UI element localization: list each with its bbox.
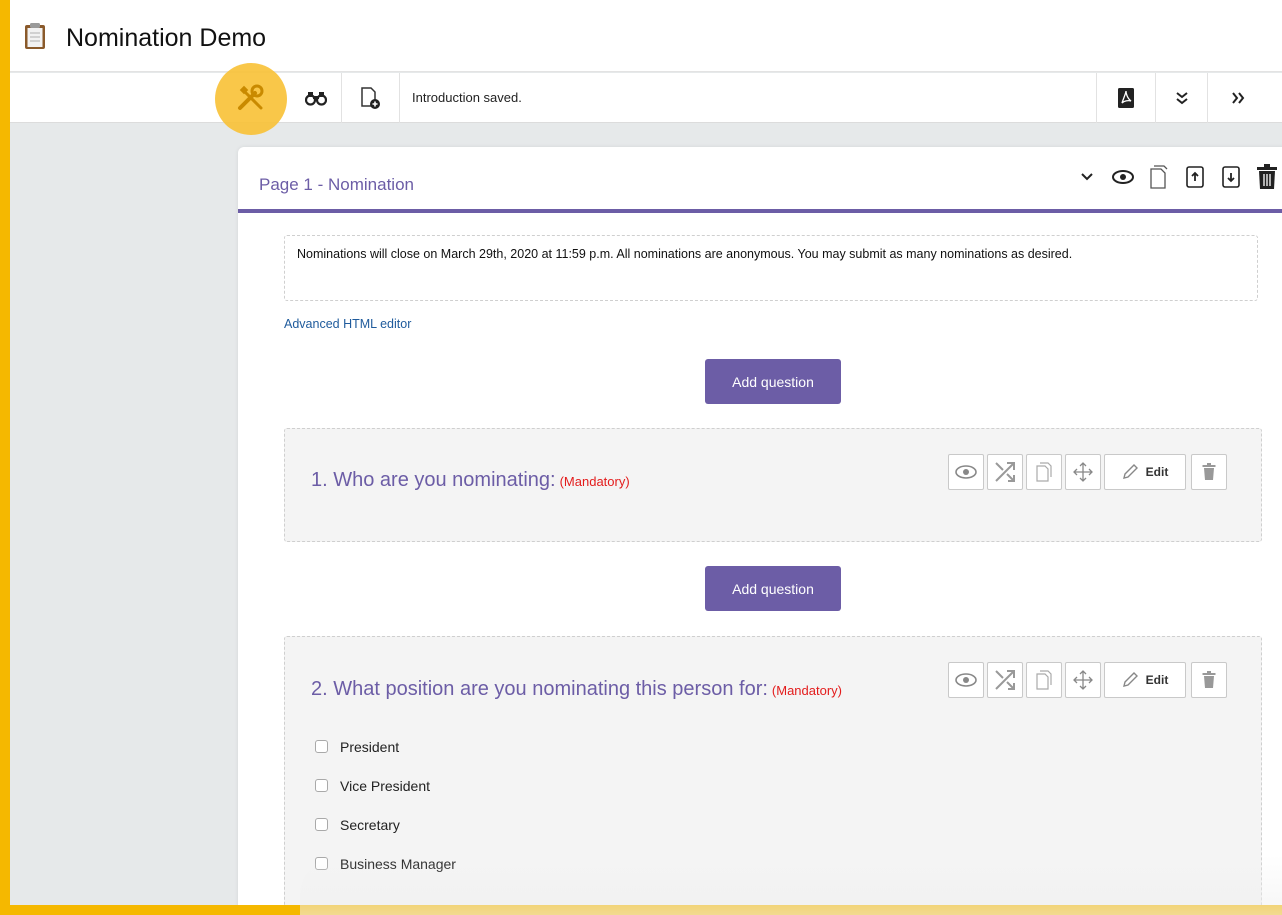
question-2: 2. What position are you nominating this… <box>284 636 1262 905</box>
add-page-button[interactable] <box>342 73 400 123</box>
question-1-tools: Edit <box>948 454 1227 490</box>
preview-question-button[interactable] <box>948 662 984 698</box>
checkbox[interactable] <box>315 818 328 831</box>
collapse-page-button[interactable] <box>1076 164 1098 190</box>
upload-icon <box>1186 166 1204 188</box>
option-label: President <box>340 738 400 755</box>
collapse-all-button[interactable] <box>1156 73 1208 123</box>
chevron-down-icon <box>1081 173 1093 181</box>
page-header-divider <box>238 209 1282 213</box>
app-window: Nomination Demo Introduction saved. Page… <box>10 0 1282 905</box>
binoculars-icon <box>304 92 327 106</box>
position-options: President Vice President Secretary Busin… <box>315 727 456 883</box>
shuffle-icon <box>995 670 1015 690</box>
move-page-down-button[interactable] <box>1220 164 1242 190</box>
move-icon <box>1073 670 1093 690</box>
checkbox[interactable] <box>315 740 328 753</box>
copy-icon <box>1036 670 1052 690</box>
trash-icon <box>1257 164 1277 189</box>
move-icon <box>1073 462 1093 482</box>
question-2-title: 2. What position are you nominating this… <box>311 678 842 701</box>
copy-icon <box>1036 462 1052 482</box>
eye-icon <box>955 465 977 479</box>
edit-label: Edit <box>1145 673 1169 687</box>
preview-page-button[interactable] <box>1112 164 1134 190</box>
option-vice-president[interactable]: Vice President <box>315 766 456 805</box>
chevron-double-down-icon <box>1175 92 1188 105</box>
title-bar: Nomination Demo <box>10 0 1282 72</box>
pencil-icon <box>1122 464 1138 479</box>
copy-question-button[interactable] <box>1026 662 1062 698</box>
introduction-editor[interactable]: Nominations will close on March 29th, 20… <box>284 235 1258 301</box>
pdf-button[interactable] <box>1096 73 1156 123</box>
shuffle-question-button[interactable] <box>987 454 1023 490</box>
pdf-icon <box>1118 88 1134 108</box>
copy-page-button[interactable] <box>1148 164 1170 190</box>
app-title: Nomination Demo <box>66 24 267 52</box>
add-question-button-2[interactable]: Add question <box>705 566 841 611</box>
search-button[interactable] <box>290 73 342 123</box>
download-icon <box>1222 166 1240 188</box>
shuffle-question-button[interactable] <box>987 662 1023 698</box>
move-question-button[interactable] <box>1065 662 1101 698</box>
advanced-html-editor-link[interactable]: Advanced HTML editor <box>284 317 411 331</box>
copy-question-button[interactable] <box>1026 454 1062 490</box>
edit-label: Edit <box>1145 465 1169 479</box>
edit-question-button[interactable]: Edit <box>1104 662 1186 698</box>
page-title: Page 1 - Nomination <box>259 175 414 194</box>
option-label: Business Manager <box>340 855 456 872</box>
copy-icon <box>1150 165 1168 189</box>
page-panel: Page 1 - Nomination Nominations will clo… <box>238 147 1282 905</box>
question-2-text: 2. What position are you nominating this… <box>311 678 768 700</box>
chevron-double-right-icon <box>1232 92 1245 104</box>
add-page-icon <box>360 87 380 109</box>
question-1: 1. Who are you nominating: (Mandatory) Ed <box>284 428 1262 542</box>
move-page-up-button[interactable] <box>1184 164 1206 190</box>
preview-question-button[interactable] <box>948 454 984 490</box>
option-president[interactable]: President <box>315 727 456 766</box>
delete-question-button[interactable] <box>1191 662 1227 698</box>
add-question-button[interactable]: Add question <box>705 359 841 404</box>
checkbox[interactable] <box>315 779 328 792</box>
clipboard-icon <box>25 23 45 49</box>
delete-page-button[interactable] <box>1256 164 1278 190</box>
question-2-tools: Edit <box>948 662 1227 698</box>
option-label: Secretary <box>340 816 400 833</box>
option-label: Vice President <box>340 777 431 794</box>
trash-icon <box>1202 463 1216 480</box>
mandatory-label: (Mandatory) <box>559 474 630 489</box>
trash-icon <box>1202 671 1216 688</box>
delete-question-button[interactable] <box>1191 454 1227 490</box>
toolbar: Introduction saved. <box>10 63 1282 135</box>
question-1-title: 1. Who are you nominating: (Mandatory) <box>311 469 630 492</box>
expand-panel-button[interactable] <box>1208 73 1268 123</box>
edit-question-button[interactable]: Edit <box>1104 454 1186 490</box>
shuffle-icon <box>995 462 1015 482</box>
mandatory-label: (Mandatory) <box>771 683 842 698</box>
option-secretary[interactable]: Secretary <box>315 805 456 844</box>
status-message: Introduction saved. <box>412 90 522 105</box>
tools-button[interactable] <box>212 73 290 123</box>
wrench-screwdriver-icon <box>238 84 264 110</box>
pencil-icon <box>1122 672 1138 687</box>
page-actions <box>1076 163 1278 191</box>
option-business-manager[interactable]: Business Manager <box>315 844 456 883</box>
question-1-text: 1. Who are you nominating: <box>311 469 556 491</box>
move-question-button[interactable] <box>1065 454 1101 490</box>
checkbox[interactable] <box>315 857 328 870</box>
eye-icon <box>1112 170 1134 184</box>
eye-icon <box>955 673 977 687</box>
